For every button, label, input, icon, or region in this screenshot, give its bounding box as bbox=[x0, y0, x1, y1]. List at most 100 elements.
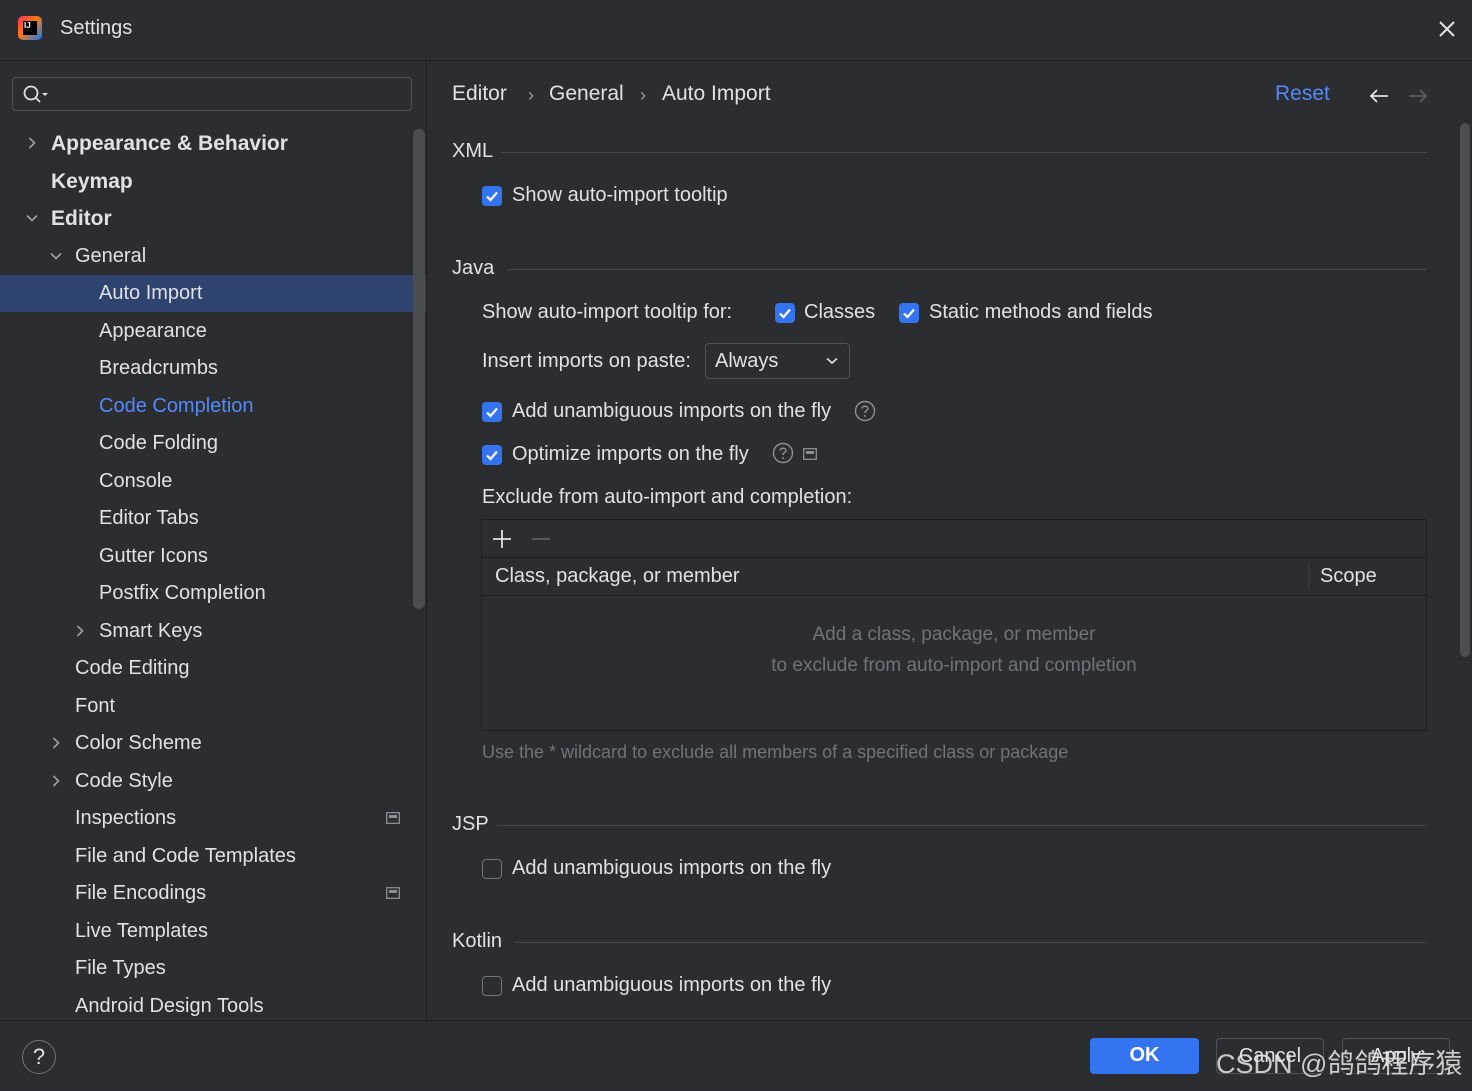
kotlin-add-unambiguous-label: Add unambiguous imports on the fly bbox=[512, 974, 832, 996]
jsp-add-unambiguous-checkbox[interactable] bbox=[482, 859, 502, 879]
tree-item-label: Gutter Icons bbox=[99, 545, 208, 567]
static-members-checkbox[interactable] bbox=[899, 303, 919, 323]
remove-icon[interactable] bbox=[531, 529, 551, 549]
forward-arrow-icon[interactable] bbox=[1407, 87, 1429, 105]
help-icon[interactable] bbox=[854, 400, 876, 422]
kotlin-add-unambiguous-checkbox[interactable] bbox=[482, 976, 502, 996]
static-members-label: Static methods and fields bbox=[929, 301, 1153, 323]
tree-item-label: Keymap bbox=[51, 170, 133, 193]
close-icon[interactable] bbox=[1434, 16, 1460, 42]
tree-item-keymap[interactable]: Keymap bbox=[0, 163, 426, 200]
optimize-imports-checkbox[interactable] bbox=[482, 445, 502, 465]
tooltip-for-label: Show auto-import tooltip for: bbox=[482, 301, 733, 323]
tree-item-label: Live Templates bbox=[75, 920, 209, 942]
tree-item-label: Code Editing bbox=[75, 657, 190, 679]
section-divider bbox=[507, 269, 1427, 270]
tree-item-label: Code Folding bbox=[99, 432, 218, 454]
tree-item-gutter-icons[interactable]: Gutter Icons bbox=[0, 538, 426, 575]
tree-item-postfix-completion[interactable]: Postfix Completion bbox=[0, 575, 426, 612]
tree-item-editor[interactable]: Editor bbox=[0, 200, 426, 237]
tree-item-label: Smart Keys bbox=[99, 620, 203, 642]
column-header-class[interactable]: Class, package, or member bbox=[495, 565, 740, 588]
column-header-scope[interactable]: Scope bbox=[1320, 565, 1377, 588]
breadcrumb-editor[interactable]: Editor bbox=[452, 82, 507, 106]
tree-item-code-folding[interactable]: Code Folding bbox=[0, 425, 426, 462]
chevron-right-icon[interactable] bbox=[50, 737, 62, 749]
settings-content: Editor › General › Auto Import Reset XML… bbox=[427, 61, 1472, 1020]
tree-item-label: Auto Import bbox=[99, 282, 203, 304]
xml-show-tooltip-checkbox[interactable] bbox=[482, 186, 502, 206]
jsp-add-unambiguous-label: Add unambiguous imports on the fly bbox=[512, 857, 832, 879]
tree-item-label: Code Style bbox=[75, 770, 173, 792]
jsp-section-title: JSP bbox=[452, 813, 489, 835]
tree-item-label: File Encodings bbox=[75, 882, 207, 904]
chevron-right-icon[interactable] bbox=[50, 775, 62, 787]
tree-item-label: Font bbox=[75, 695, 116, 717]
tree-item-font[interactable]: Font bbox=[0, 688, 426, 725]
column-separator[interactable] bbox=[1308, 561, 1309, 591]
back-arrow-icon[interactable] bbox=[1368, 87, 1390, 105]
tree-item-file-encodings[interactable]: File Encodings bbox=[0, 875, 426, 912]
content-scrollbar[interactable] bbox=[1460, 123, 1470, 657]
chevron-right-icon[interactable] bbox=[26, 137, 38, 149]
tree-item-general[interactable]: General bbox=[0, 238, 426, 275]
section-divider bbox=[501, 152, 1427, 153]
section-divider bbox=[515, 942, 1427, 943]
tree-item-label: Code Completion bbox=[99, 395, 254, 417]
chevron-right-icon[interactable] bbox=[74, 625, 86, 637]
tree-item-code-editing[interactable]: Code Editing bbox=[0, 650, 426, 687]
classes-checkbox[interactable] bbox=[775, 303, 795, 323]
tree-item-label: File and Code Templates bbox=[75, 845, 296, 867]
watermark-text: CSDN @鸽鸽程序猿 bbox=[1216, 1049, 1463, 1079]
window-title: Settings bbox=[60, 17, 133, 39]
chevron-down-icon[interactable] bbox=[50, 250, 62, 262]
xml-show-tooltip-label: Show auto-import tooltip bbox=[512, 184, 728, 206]
chevron-down-icon[interactable] bbox=[26, 212, 38, 224]
tree-item-android-design-tools[interactable]: Android Design Tools bbox=[0, 988, 426, 1020]
help-icon[interactable] bbox=[772, 442, 794, 464]
tree-item-label: Inspections bbox=[75, 807, 177, 829]
search-icon bbox=[23, 85, 49, 105]
search-input[interactable] bbox=[57, 82, 401, 108]
tree-item-code-completion[interactable]: Code Completion bbox=[0, 388, 426, 425]
ok-button[interactable]: OK bbox=[1090, 1038, 1199, 1074]
tree-item-console[interactable]: Console bbox=[0, 463, 426, 500]
project-scope-icon bbox=[386, 812, 400, 824]
tree-item-auto-import[interactable]: Auto Import bbox=[0, 275, 426, 312]
tree-item-label: Appearance bbox=[99, 320, 207, 342]
reset-link[interactable]: Reset bbox=[1275, 82, 1330, 106]
tree-item-appearance-behavior[interactable]: Appearance & Behavior bbox=[0, 125, 426, 162]
tree-item-color-scheme[interactable]: Color Scheme bbox=[0, 725, 426, 762]
tree-item-appearance[interactable]: Appearance bbox=[0, 313, 426, 350]
project-scope-icon bbox=[386, 887, 400, 899]
intellij-logo-inner: IJ bbox=[23, 21, 37, 35]
tree-item-code-style[interactable]: Code Style bbox=[0, 763, 426, 800]
settings-search[interactable] bbox=[12, 77, 412, 111]
tree-item-file-and-code-templates[interactable]: File and Code Templates bbox=[0, 838, 426, 875]
java-section-title: Java bbox=[452, 257, 495, 279]
tree-item-smart-keys[interactable]: Smart Keys bbox=[0, 613, 426, 650]
tree-item-label: Editor bbox=[51, 207, 112, 230]
table-empty-line2: to exclude from auto-import and completi… bbox=[771, 655, 1137, 676]
tree-item-editor-tabs[interactable]: Editor Tabs bbox=[0, 500, 426, 537]
tree-item-label: Editor Tabs bbox=[99, 507, 199, 529]
tree-scrollbar[interactable] bbox=[413, 129, 425, 609]
tree-item-label: File Types bbox=[75, 957, 166, 979]
breadcrumb-separator: › bbox=[528, 85, 534, 105]
settings-tree-panel: Appearance & Behavior Keymap Editor General… bbox=[0, 61, 427, 1020]
tree-item-file-types[interactable]: File Types bbox=[0, 950, 426, 987]
tree-item-inspections[interactable]: Inspections bbox=[0, 800, 426, 837]
add-icon[interactable] bbox=[492, 529, 512, 549]
add-unambiguous-checkbox[interactable] bbox=[482, 402, 502, 422]
insert-on-paste-dropdown[interactable]: Always bbox=[705, 343, 850, 379]
tree-item-label: Console bbox=[99, 470, 173, 492]
tree-item-label: Android Design Tools bbox=[75, 995, 264, 1017]
breadcrumb-general[interactable]: General bbox=[549, 82, 624, 106]
tree-item-live-templates[interactable]: Live Templates bbox=[0, 913, 426, 950]
title-bar bbox=[0, 0, 1472, 61]
tree-item-breadcrumbs[interactable]: Breadcrumbs bbox=[0, 350, 426, 387]
tree-item-label: Postfix Completion bbox=[99, 582, 266, 604]
help-button[interactable]: ? bbox=[22, 1040, 56, 1074]
kotlin-section-title: Kotlin bbox=[452, 930, 503, 952]
table-header: Class, package, or member Scope bbox=[482, 557, 1426, 596]
